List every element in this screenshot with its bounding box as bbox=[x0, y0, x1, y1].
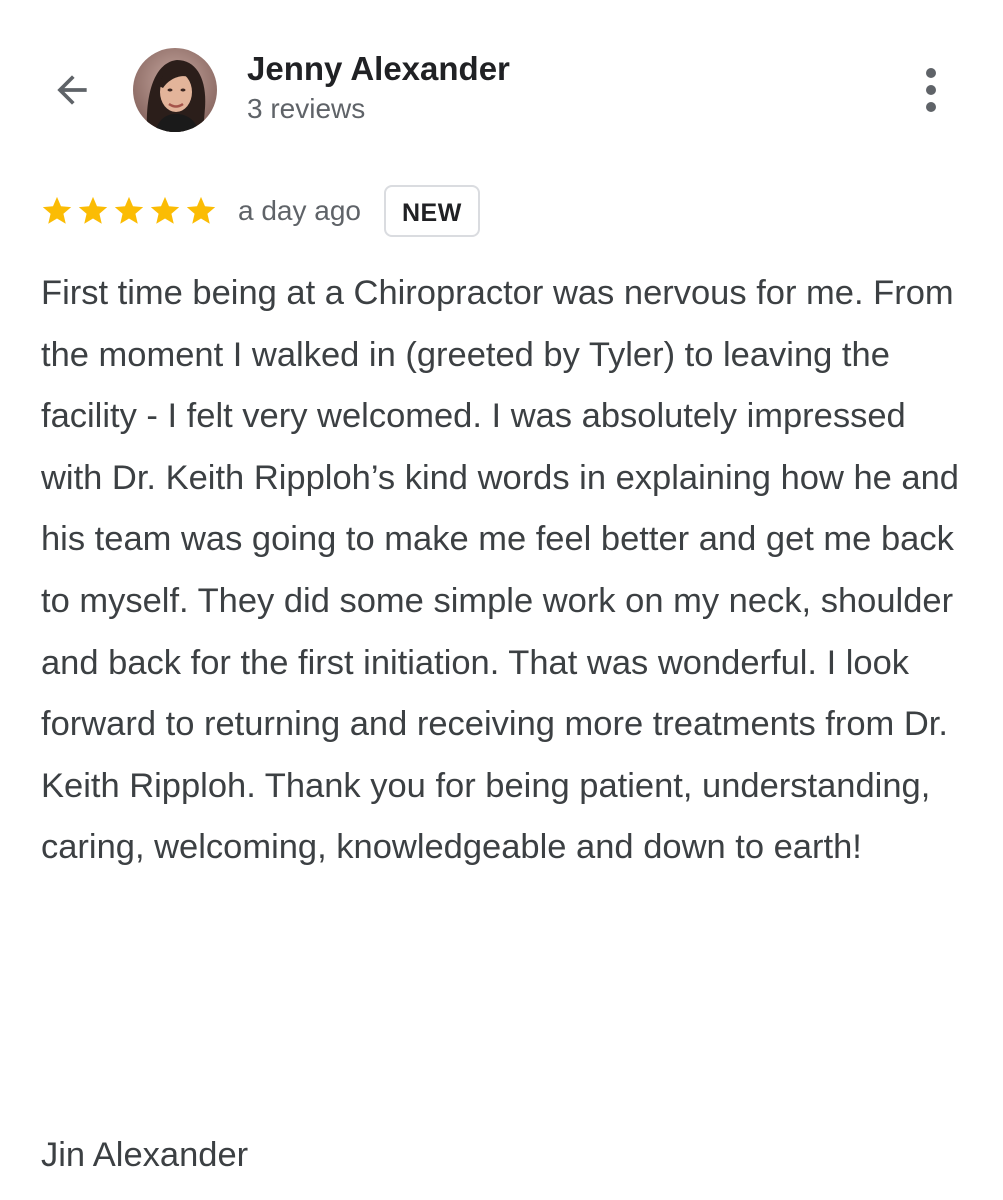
more-vertical-icon-dot bbox=[926, 102, 936, 112]
more-vertical-icon-dot bbox=[926, 85, 936, 95]
more-options-button[interactable] bbox=[905, 62, 957, 118]
back-button[interactable] bbox=[44, 62, 100, 118]
review-body: First time being at a Chiropractor was n… bbox=[41, 274, 959, 867]
arrow-back-icon bbox=[57, 75, 87, 105]
reviewer-name[interactable]: Jenny Alexander bbox=[247, 50, 510, 88]
avatar[interactable] bbox=[133, 48, 217, 132]
review-date: a day ago bbox=[238, 195, 361, 226]
star-icon bbox=[186, 196, 216, 224]
avatar-photo bbox=[133, 48, 217, 132]
review-signature: Jin Alexander bbox=[41, 1136, 249, 1174]
star-rating bbox=[40, 194, 218, 228]
star-icon bbox=[114, 196, 144, 224]
review-header: Jenny Alexander 3 reviews bbox=[0, 0, 1003, 170]
star-icon bbox=[150, 196, 180, 224]
new-badge: NEW bbox=[384, 185, 480, 237]
review-meta: a day ago NEW bbox=[40, 183, 480, 239]
review-count: 3 reviews bbox=[247, 93, 366, 124]
more-vertical-icon-dot bbox=[926, 68, 936, 78]
star-icon bbox=[42, 196, 72, 224]
star-icon bbox=[78, 196, 108, 224]
